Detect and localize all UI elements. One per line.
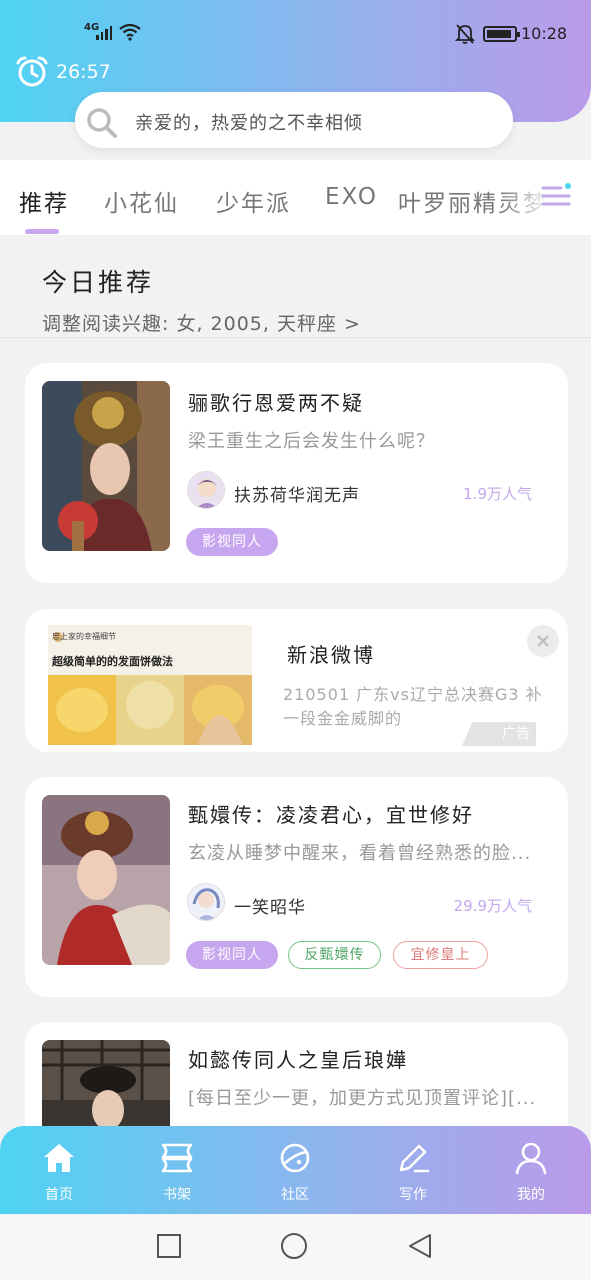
reading-interest-link[interactable]: 调整阅读兴趣: 女, 2005, 天秤座 >: [42, 309, 361, 336]
tab-recommend[interactable]: 推荐: [19, 184, 69, 218]
signal-icon: [96, 24, 112, 40]
nav-label: 我的: [517, 1187, 545, 1203]
ad-title[interactable]: 新浪微博: [287, 639, 375, 668]
status-bar: 4G 10:28: [0, 0, 591, 60]
status-time: 10:28: [521, 24, 568, 43]
tab-exo[interactable]: EXO: [325, 184, 378, 210]
active-tab-indicator: [25, 229, 59, 234]
author-name[interactable]: 一笑昭华: [234, 893, 306, 918]
pen-icon: [399, 1144, 430, 1173]
recent-apps-icon[interactable]: [155, 1232, 183, 1260]
nav-profile[interactable]: 我的: [472, 1126, 590, 1214]
search-input[interactable]: 亲爱的，热爱的之不幸相倾: [135, 109, 363, 135]
bottom-navigation: 首页 书架 社区 写作 我的: [0, 1126, 591, 1214]
ad-card[interactable]: 忠上家的幸福细节 超级简单的的发面饼做法 新浪微博 210501 广东vs辽宁总…: [25, 609, 568, 752]
planet-icon: [280, 1143, 310, 1173]
menu-icon[interactable]: [539, 180, 573, 210]
book-cover[interactable]: [42, 795, 170, 965]
nav-home[interactable]: 首页: [0, 1126, 118, 1214]
ad-image-header: 忠上家的幸福细节: [52, 632, 116, 641]
popularity-count: 29.9万人气: [453, 897, 532, 915]
book-card[interactable]: 骊歌行恩爱两不疑 梁王重生之后会发生什么呢？ 扶苏荷华润无声 1.9万人气 影视…: [25, 363, 568, 583]
battery-icon: [483, 26, 520, 42]
ad-image[interactable]: 忠上家的幸福细节 超级简单的的发面饼做法: [48, 625, 252, 745]
wifi-icon: [119, 23, 141, 41]
book-card[interactable]: 甄嬛传：凌凌君心，宜世修好 玄凌从睡梦中醒来，看着曾经熟悉的脸... 一笑昭华 …: [25, 777, 568, 997]
tag-yixiu-emperor[interactable]: 宜修皇上: [393, 941, 488, 969]
user-icon: [515, 1142, 547, 1175]
alarm-clock-icon: [16, 56, 48, 87]
search-bar[interactable]: 亲爱的，热爱的之不幸相倾: [75, 92, 513, 148]
system-nav-bar: [0, 1214, 591, 1280]
bell-off-icon: [455, 24, 475, 44]
close-icon: [537, 635, 549, 647]
book-title[interactable]: 如懿传同人之皇后琅嬅: [188, 1044, 408, 1073]
divider: [0, 337, 591, 338]
nav-write[interactable]: 写作: [354, 1126, 472, 1214]
avatar[interactable]: [187, 471, 225, 509]
nav-label: 书架: [163, 1187, 191, 1203]
home-circle-icon[interactable]: [280, 1232, 308, 1260]
back-icon[interactable]: [406, 1232, 434, 1260]
ad-close-button[interactable]: [527, 625, 559, 657]
ad-badge: 广告: [462, 722, 536, 746]
nav-label: 写作: [399, 1187, 427, 1203]
ad-image-title: 超级简单的的发面饼做法: [52, 655, 173, 668]
avatar[interactable]: [187, 883, 225, 921]
tag-film-fanfic[interactable]: 影视同人: [186, 941, 278, 969]
home-icon: [44, 1144, 74, 1172]
tab-shaonianpai[interactable]: 少年派: [216, 184, 291, 218]
book-desc: [每日至少一更，加更方式见顶置评论][...: [188, 1088, 537, 1109]
tab-xiaohuaxian[interactable]: 小花仙: [104, 184, 179, 218]
timer-text: 26:57: [56, 61, 111, 83]
popularity-count: 1.9万人气: [463, 485, 532, 503]
nav-community[interactable]: 社区: [236, 1126, 354, 1214]
book-cover[interactable]: [42, 381, 170, 551]
author-name[interactable]: 扶苏荷华润无声: [234, 481, 360, 506]
category-tabs: 推荐 小花仙 少年派 EXO 叶罗丽精灵梦: [0, 160, 591, 235]
nav-label: 首页: [45, 1187, 73, 1203]
section-title: 今日推荐: [42, 268, 155, 297]
book-desc: 梁王重生之后会发生什么呢？: [188, 431, 435, 452]
tag-anti-zhenhuan[interactable]: 反甄嬛传: [288, 941, 381, 969]
book-title[interactable]: 甄嬛传：凌凌君心，宜世修好: [188, 799, 474, 828]
search-icon: [87, 108, 117, 138]
book-desc: 玄凌从睡梦中醒来，看着曾经熟悉的脸...: [188, 843, 532, 864]
bookshelf-icon: [161, 1143, 193, 1173]
nav-label: 社区: [281, 1187, 309, 1203]
nav-bookshelf[interactable]: 书架: [118, 1126, 236, 1214]
recommend-section: 今日推荐 调整阅读兴趣: 女, 2005, 天秤座 >: [0, 235, 591, 337]
book-title[interactable]: 骊歌行恩爱两不疑: [188, 387, 364, 416]
tag-film-fanfic[interactable]: 影视同人: [186, 528, 278, 556]
